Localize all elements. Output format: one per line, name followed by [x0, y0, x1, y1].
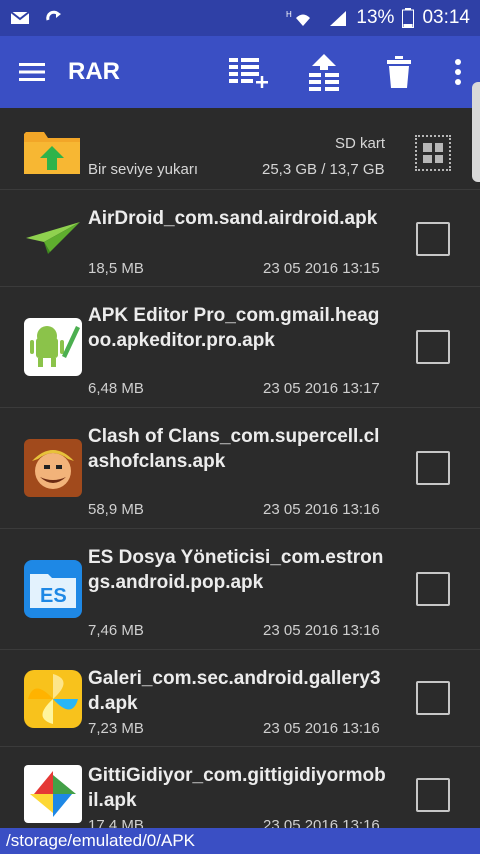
battery-icon	[402, 8, 415, 28]
delete-button[interactable]	[361, 36, 436, 108]
gallery-app-icon	[24, 670, 82, 728]
list-item[interactable]: GittiGidiyor_com.gittigidiyormobil.apk 1…	[0, 747, 480, 828]
file-list: Bir seviye yukarı SD kart 25,3 GB / 13,7…	[0, 108, 480, 828]
gittigidiyor-app-icon	[24, 765, 82, 823]
file-name: Clash of Clans_com.supercell.clashofclan…	[88, 426, 380, 472]
list-item[interactable]: ES ES Dosya Yöneticisi_com.estrongs.andr…	[0, 529, 480, 650]
parent-folder-row[interactable]: Bir seviye yukarı SD kart 25,3 GB / 13,7…	[0, 108, 480, 190]
app-title: RAR	[68, 58, 120, 85]
file-size: 17,4 MB	[88, 817, 144, 828]
app-bar: RAR	[0, 36, 480, 108]
file-date: 23 05 2016 13:16	[263, 720, 380, 737]
file-size: 7,46 MB	[88, 622, 144, 639]
sync-icon	[46, 10, 61, 21]
file-name: ES Dosya Yöneticisi_com.estrongs.android…	[88, 547, 384, 593]
clash-of-clans-app-icon	[24, 439, 82, 497]
file-size: 6,48 MB	[88, 380, 144, 397]
list-item[interactable]: Galeri_com.sec.android.gallery3d.apk 7,2…	[0, 650, 480, 747]
status-bar: H 13% 03:14	[0, 0, 480, 36]
menu-button[interactable]	[0, 36, 64, 108]
hd-wifi-icon: H	[286, 10, 311, 26]
grid-icon-cell	[434, 154, 443, 163]
file-date: 23 05 2016 13:16	[263, 622, 380, 639]
mail-icon	[10, 11, 30, 24]
grid-icon-cell	[423, 143, 432, 152]
hamburger-icon	[19, 63, 45, 81]
battery-percent: 13%	[356, 7, 395, 28]
view-mode-button[interactable]	[415, 135, 451, 171]
file-date: 23 05 2016 13:16	[263, 817, 380, 828]
file-size: 7,23 MB	[88, 720, 144, 737]
signal-icon	[330, 11, 347, 26]
file-name: Galeri_com.sec.android.gallery3d.apk	[88, 668, 381, 714]
more-icon	[455, 59, 461, 85]
file-date: 23 05 2016 13:15	[263, 260, 380, 277]
select-checkbox[interactable]	[416, 778, 450, 812]
list-item[interactable]: Clash of Clans_com.supercell.clashofclan…	[0, 408, 480, 529]
svg-text:ES: ES	[40, 585, 67, 607]
airdroid-app-icon	[26, 222, 80, 254]
extract-button[interactable]	[286, 36, 361, 108]
file-date: 23 05 2016 13:16	[263, 501, 380, 518]
select-checkbox[interactable]	[416, 222, 450, 256]
file-size: 58,9 MB	[88, 501, 144, 518]
list-item[interactable]: APK Editor Pro_com.gmail.heagoo.apkedito…	[0, 287, 480, 408]
apk-editor-app-icon	[24, 318, 82, 376]
grid-icon-cell	[423, 154, 432, 163]
file-size: 18,5 MB	[88, 260, 144, 277]
current-path: /storage/emulated/0/APK	[0, 828, 480, 854]
storage-size: 25,3 GB / 13,7 GB	[262, 161, 385, 178]
select-checkbox[interactable]	[416, 572, 450, 606]
delete-icon	[386, 56, 411, 88]
file-date: 23 05 2016 13:17	[263, 380, 380, 397]
file-name: APK Editor Pro_com.gmail.heagoo.apkedito…	[88, 305, 380, 351]
storage-name: SD kart	[335, 135, 386, 152]
folder-up-icon	[24, 132, 80, 174]
grid-icon-cell	[434, 143, 443, 152]
add-to-archive-icon	[228, 58, 268, 88]
es-file-explorer-app-icon: ES	[24, 560, 82, 618]
file-name: GittiGidiyor_com.gittigidiyormobil.apk	[88, 765, 386, 811]
extract-icon	[308, 54, 339, 91]
svg-text:H: H	[286, 10, 292, 19]
select-checkbox[interactable]	[416, 681, 450, 715]
file-name: AirDroid_com.sand.airdroid.apk	[88, 208, 378, 229]
clock: 03:14	[422, 7, 470, 28]
add-to-archive-button[interactable]	[211, 36, 286, 108]
select-checkbox[interactable]	[416, 451, 450, 485]
parent-folder-label: Bir seviye yukarı	[88, 161, 199, 178]
select-checkbox[interactable]	[416, 330, 450, 364]
list-item[interactable]: AirDroid_com.sand.airdroid.apk 18,5 MB 2…	[0, 190, 480, 287]
